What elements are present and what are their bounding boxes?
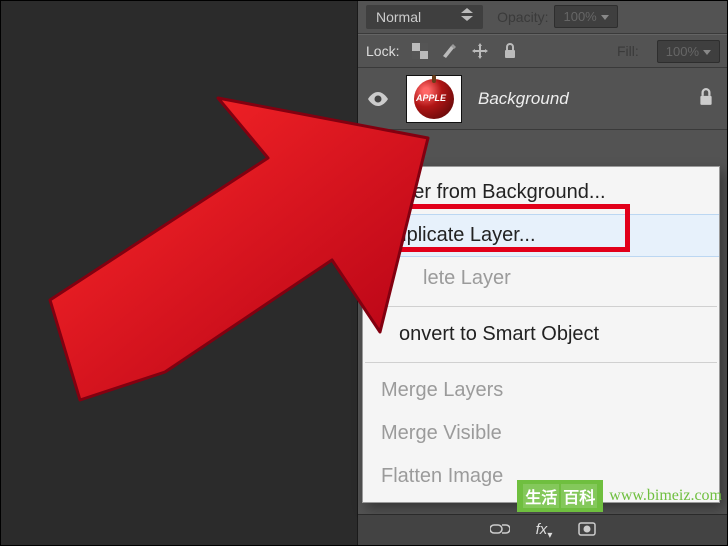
mask-icon[interactable] (578, 522, 596, 539)
lock-pixels-icon[interactable] (441, 42, 459, 60)
link-layers-icon[interactable] (490, 523, 510, 538)
lock-icon (698, 88, 714, 109)
lock-all-icon[interactable] (501, 42, 519, 60)
fx-icon[interactable]: fx▾ (536, 521, 553, 541)
opacity-value[interactable]: 100% (554, 5, 617, 28)
document-canvas[interactable] (0, 0, 358, 546)
chevron-down-icon (601, 15, 609, 20)
lock-position-icon[interactable] (471, 42, 489, 60)
menu-separator (365, 362, 717, 363)
layer-thumbnail[interactable]: APPLE (406, 75, 462, 123)
watermark-url: www.bimeiz.com (609, 487, 722, 505)
menu-item-delete-layer: lete Layer (363, 257, 719, 300)
lock-label: Lock: (366, 43, 399, 59)
chevron-down-icon (703, 50, 711, 55)
fill-value[interactable]: 100% (657, 40, 720, 63)
menu-separator (365, 306, 717, 307)
opacity-label: Opacity: (497, 9, 548, 25)
watermark-badge: 生活百科 (517, 480, 603, 512)
menu-item-convert-smart-object[interactable]: onvert to Smart Object (363, 313, 719, 356)
fill-label: Fill: (617, 43, 639, 59)
blend-mode-value: Normal (376, 9, 421, 25)
blend-mode-dropdown[interactable]: Normal (366, 5, 483, 29)
layer-context-menu: Layer from Background... Duplicate Layer… (362, 166, 720, 503)
menu-item-merge-layers: Merge Layers (363, 369, 719, 412)
layer-row-background[interactable]: APPLE Background (358, 68, 728, 130)
menu-item-merge-visible: Merge Visible (363, 412, 719, 455)
layer-name[interactable]: Background (478, 89, 698, 109)
apple-icon: APPLE (414, 79, 454, 119)
blend-opacity-row: Normal Opacity: 100% (358, 0, 728, 34)
lock-transparency-icon[interactable] (411, 42, 429, 60)
layers-panel-footer: fx▾ (358, 514, 728, 546)
menu-item-duplicate-layer[interactable]: Duplicate Layer... (363, 214, 719, 257)
watermark: 生活百科 www.bimeiz.com (517, 480, 722, 512)
menu-item-layer-from-background[interactable]: Layer from Background... (363, 171, 719, 214)
visibility-eye-icon[interactable] (366, 92, 390, 106)
lock-row: Lock: Fill: 100% (358, 34, 728, 68)
